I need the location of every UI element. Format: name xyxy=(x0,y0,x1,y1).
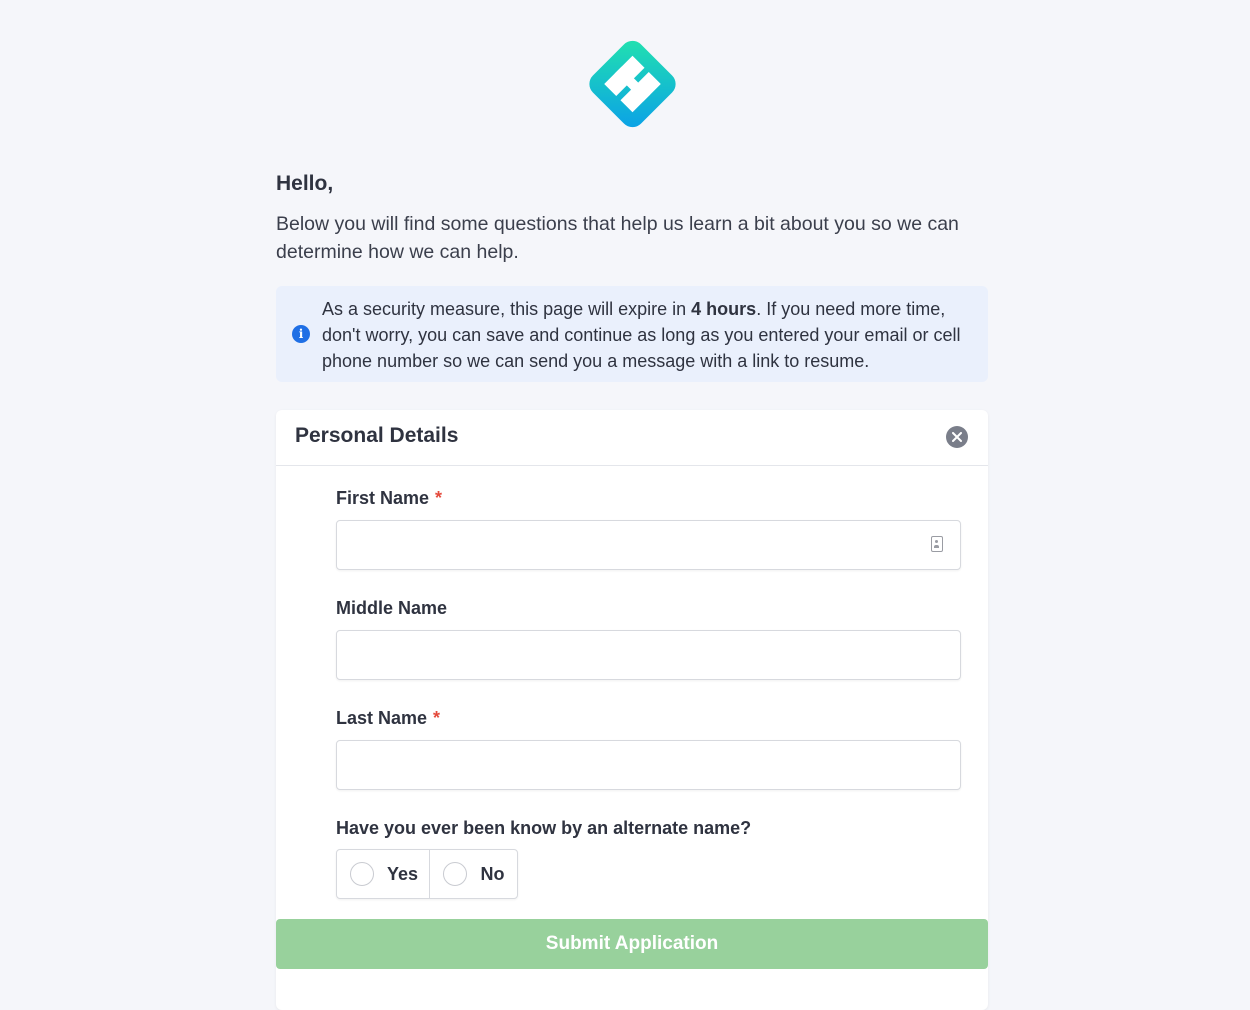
required-asterisk: * xyxy=(433,708,441,728)
close-circle-icon[interactable] xyxy=(946,426,968,448)
alternate-name-no-option[interactable]: No xyxy=(430,850,517,898)
required-asterisk: * xyxy=(435,488,443,508)
radio-circle[interactable] xyxy=(443,862,468,886)
alternate-name-question: Have you ever been know by an alternate … xyxy=(336,818,752,838)
info-icon: i xyxy=(292,325,310,343)
radio-circle[interactable] xyxy=(350,862,374,886)
brand-logo-icon xyxy=(589,40,676,128)
intro-text: Below you will find some questions that … xyxy=(276,213,959,263)
middle-name-label: Middle Name xyxy=(336,598,447,619)
middle-name-input[interactable] xyxy=(336,630,961,680)
card-header: Personal Details xyxy=(276,410,988,466)
contact-card-icon[interactable] xyxy=(931,536,943,552)
submit-application-button[interactable]: Submit Application xyxy=(276,919,988,969)
greeting-heading: Hello, xyxy=(276,172,334,195)
section-title: Personal Details xyxy=(295,424,459,447)
last-name-input[interactable] xyxy=(336,740,961,790)
first-name-label-text: First Name xyxy=(336,488,430,508)
radio-label-yes: Yes xyxy=(387,863,419,884)
middle-name-label-text: Middle Name xyxy=(336,598,448,618)
alternate-name-radio-group: Yes No xyxy=(336,849,518,899)
radio-label-no: No xyxy=(480,863,505,884)
first-name-label: First Name * xyxy=(336,488,442,509)
last-name-label-text: Last Name xyxy=(336,708,428,728)
alternate-name-yes-option[interactable]: Yes xyxy=(337,850,431,898)
notice-text: As a security measure, this page will ex… xyxy=(322,296,982,374)
close-x-glyph xyxy=(952,432,962,442)
last-name-label: Last Name * xyxy=(336,708,440,729)
notice-text-before: As a security measure, this page will ex… xyxy=(322,299,692,319)
notice-expiry-highlight: 4 hours xyxy=(691,299,757,319)
security-notice: i As a security measure, this page will … xyxy=(276,286,988,382)
first-name-input[interactable] xyxy=(336,520,961,570)
